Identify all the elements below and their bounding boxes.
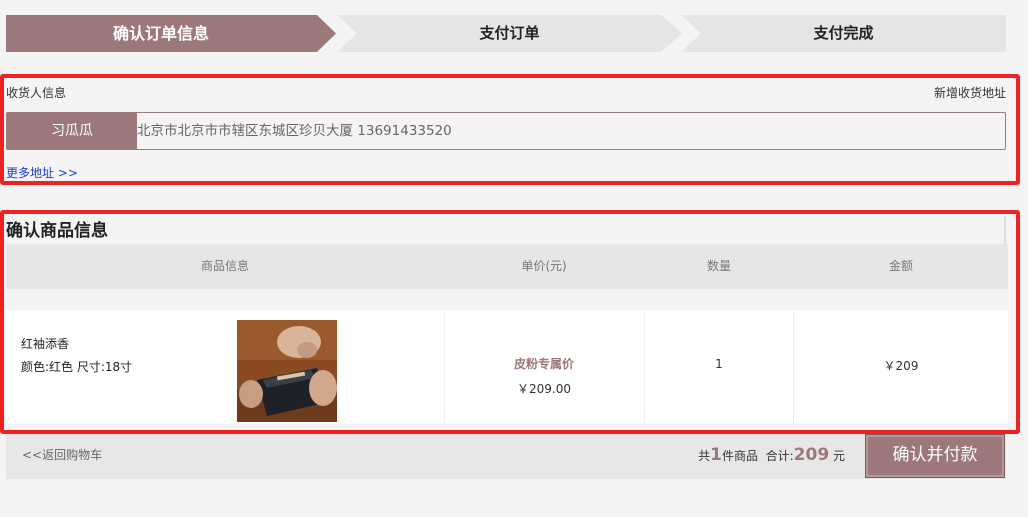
wallet-photo [237, 320, 337, 422]
member-price-label: 皮粉专属价 [513, 357, 574, 371]
line-amount: ￥209 [883, 359, 919, 373]
goods-section-title: 确认商品信息 [6, 221, 108, 241]
step-pay-order: 支付订单 [337, 15, 682, 52]
column-header-product: 商品信息 [200, 259, 249, 273]
step-confirm-order: 确认订单信息 [6, 15, 336, 52]
order-steps: 确认订单信息 支付订单 支付完成 [6, 15, 1006, 52]
checkout-bar: <<返回购物车 共1件商品 合计:209 元 确认并付款 [6, 434, 1006, 479]
add-address-link[interactable]: 新增收货地址 [934, 84, 1006, 101]
confirm-and-pay-button[interactable]: 确认并付款 [865, 434, 1005, 478]
step-label: 支付完成 [813, 24, 874, 42]
step-label: 支付订单 [479, 24, 540, 42]
selected-address[interactable]: 习瓜瓜 北京市北京市市辖区东城区珍贝大厦 13691433520 [6, 112, 1006, 150]
total-amount: 209 [793, 445, 830, 465]
column-header-unit-price: 单价(元) [521, 259, 567, 273]
step-label: 确认订单信息 [112, 24, 209, 43]
total-label: 合计: [765, 449, 794, 463]
product-name: 红袖添香 [21, 337, 70, 351]
receiver-section: 收货人信息 新增收货地址 习瓜瓜 北京市北京市市辖区东城区珍贝大厦 136914… [0, 74, 1020, 185]
count-suffix: 件商品 [721, 449, 758, 463]
table-row: 红袖添香 颜色:红色 尺寸:18寸 皮粉专属价 ￥209.00 1 ￥209 [6, 310, 1008, 424]
receiver-address: 北京市北京市市辖区东城区珍贝大厦 13691433520 [137, 123, 452, 139]
step-payment-complete: 支付完成 [681, 15, 1006, 52]
back-to-cart-link[interactable]: <<返回购物车 [22, 434, 102, 476]
more-addresses-link[interactable]: 更多地址 >> [6, 164, 78, 181]
product-image[interactable] [237, 320, 337, 422]
currency-unit: 元 [832, 449, 845, 463]
column-header-amount: 金额 [888, 259, 913, 273]
divider [1004, 216, 1006, 244]
receiver-section-label: 收货人信息 [6, 86, 67, 100]
goods-section: 确认商品信息 商品信息 单价(元) 数量 金额 红袖添香 颜色:红色 尺寸:18… [0, 210, 1020, 434]
order-summary: 共1件商品 合计:209 元 [698, 445, 845, 465]
item-count: 1 [710, 445, 722, 465]
goods-table-header: 商品信息 单价(元) 数量 金额 [6, 244, 1008, 289]
quantity: 1 [715, 357, 723, 371]
unit-price: ￥209.00 [517, 382, 571, 396]
receiver-name: 习瓜瓜 [7, 113, 137, 149]
product-spec: 颜色:红色 尺寸:18寸 [21, 360, 133, 374]
column-header-quantity: 数量 [706, 259, 731, 273]
count-prefix: 共 [698, 449, 711, 463]
